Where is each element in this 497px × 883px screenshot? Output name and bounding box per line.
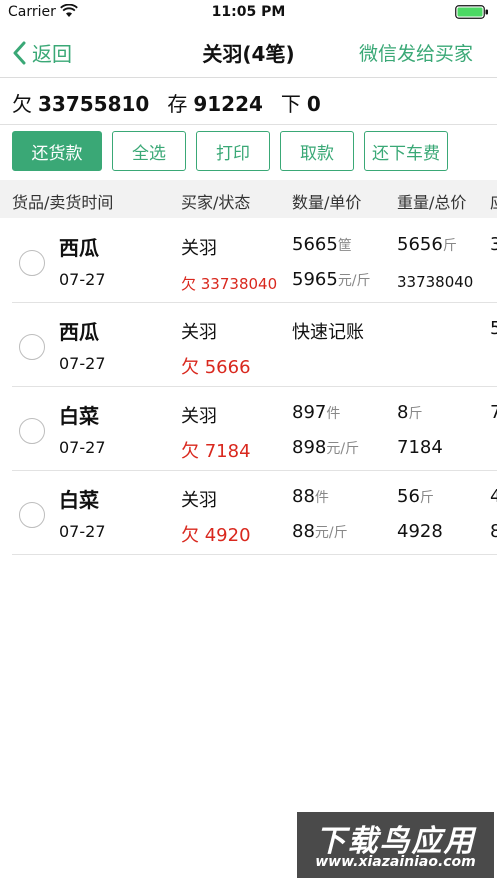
back-button[interactable]: 返回	[12, 38, 72, 67]
header-goods-time: 货品/卖货时间	[12, 193, 114, 212]
price-unit: 元/斤	[326, 441, 360, 457]
owe-value: 33755810	[38, 92, 150, 116]
table-row[interactable]: 白菜 07-27 关羽 欠 4920 88件 88元/斤 56斤 4928 4 …	[0, 471, 497, 555]
owe-label: 欠	[12, 92, 32, 116]
down-value: 0	[306, 92, 321, 116]
table-row[interactable]: 白菜 07-27 关羽 欠 7184 897件 898元/斤 8斤 7184 7	[0, 387, 497, 471]
divider	[0, 124, 497, 125]
quantity: 897件	[292, 402, 341, 423]
unit-price: 88元/斤	[292, 521, 348, 542]
debt-status: 欠 33738040	[181, 275, 278, 293]
buyer-name: 关羽	[181, 238, 217, 259]
debt-status: 欠 7184	[181, 441, 251, 462]
watermark-url: www.xiazainiao.com	[315, 854, 476, 870]
buyer-name: 关羽	[181, 322, 217, 343]
stock-label: 存	[167, 92, 188, 116]
battery-icon	[455, 5, 488, 19]
row-select-radio[interactable]	[19, 250, 45, 276]
price-unit: 元/斤	[314, 525, 348, 541]
table-row[interactable]: 西瓜 07-27 关羽 欠 5666 快速记账 5	[0, 303, 497, 387]
repay-unloading-fee-button[interactable]: 还下车费	[364, 131, 448, 171]
extra-value: 4	[490, 486, 497, 507]
action-toolbar: 还货款 全选 打印 取款 还下车费	[12, 131, 458, 171]
quantity-unit: 筐	[337, 238, 352, 254]
weight: 56斤	[397, 486, 434, 507]
summary-bar: 欠 33755810 存 91224 下 0	[12, 88, 339, 117]
debt-status: 欠 4920	[181, 525, 251, 546]
quick-bookkeeping-label: 快速记账	[292, 322, 364, 343]
sale-date: 07-27	[59, 354, 106, 373]
status-bar: Carrier 11:05 PM	[0, 0, 497, 26]
weight-unit: 斤	[419, 490, 434, 506]
goods-name: 白菜	[59, 404, 99, 428]
sale-date: 07-27	[59, 438, 106, 457]
total-price: 7184	[397, 437, 443, 458]
wechat-send-button[interactable]: 微信发给买家	[359, 39, 473, 66]
quantity-unit: 件	[326, 406, 341, 422]
goods-name: 西瓜	[59, 236, 99, 260]
unit-price: 5965元/斤	[292, 269, 371, 290]
buyer-name: 关羽	[181, 490, 217, 511]
extra-value: 3	[490, 234, 497, 255]
price-unit: 元/斤	[337, 273, 371, 289]
header-extra: 应	[490, 189, 497, 213]
unit-price: 898元/斤	[292, 437, 360, 458]
row-select-radio[interactable]	[19, 418, 45, 444]
watermark: 下载鸟应用 www.xiazainiao.com	[297, 812, 494, 878]
debt-status: 欠 5666	[181, 357, 251, 378]
down-label: 下	[280, 92, 301, 116]
row-divider	[12, 554, 497, 555]
repay-goods-button[interactable]: 还货款	[12, 131, 102, 171]
quantity-unit: 件	[314, 490, 329, 506]
quantity: 5665筐	[292, 234, 352, 255]
quantity: 88件	[292, 486, 329, 507]
row-select-radio[interactable]	[19, 334, 45, 360]
sale-date: 07-27	[59, 522, 106, 541]
weight: 8斤	[397, 402, 423, 423]
header-weight-total: 重量/总价	[397, 193, 467, 212]
nav-bar: 返回 关羽(4笔) 微信发给买家	[0, 26, 497, 78]
weight-unit: 斤	[442, 238, 457, 254]
extra-value: 5	[490, 318, 497, 339]
table-row[interactable]: 西瓜 07-27 关羽 欠 33738040 5665筐 5965元/斤 565…	[0, 219, 497, 303]
header-qty-price: 数量/单价	[292, 193, 362, 212]
row-select-radio[interactable]	[19, 502, 45, 528]
goods-name: 白菜	[59, 488, 99, 512]
extra-value: 7	[490, 402, 497, 423]
table-header: 货品/卖货时间 买家/状态 数量/单价 重量/总价 应	[0, 180, 497, 218]
buyer-name: 关羽	[181, 406, 217, 427]
print-button[interactable]: 打印	[196, 131, 270, 171]
stock-value: 91224	[193, 92, 263, 116]
sale-date: 07-27	[59, 270, 106, 289]
chevron-left-icon	[13, 41, 26, 64]
weight-unit: 斤	[408, 406, 423, 422]
total-price: 4928	[397, 521, 443, 542]
total-price: 33738040	[397, 273, 474, 291]
back-label: 返回	[32, 42, 72, 66]
extra-value-2: 8	[490, 521, 497, 542]
status-time: 11:05 PM	[211, 4, 286, 20]
header-buyer-status: 买家/状态	[181, 193, 251, 212]
select-all-button[interactable]: 全选	[112, 131, 186, 171]
goods-name: 西瓜	[59, 320, 99, 344]
weight: 5656斤	[397, 234, 457, 255]
withdraw-button[interactable]: 取款	[280, 131, 354, 171]
